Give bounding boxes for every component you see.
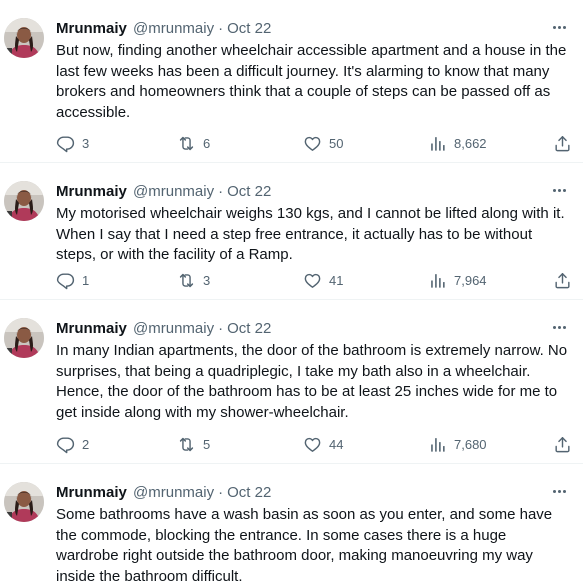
retweet-icon	[177, 435, 196, 454]
like-button[interactable]: 44	[303, 434, 343, 454]
like-count: 41	[329, 272, 344, 288]
header-separator: ·	[218, 20, 224, 37]
retweet-button[interactable]: 6	[177, 133, 210, 153]
share-icon	[553, 271, 572, 290]
tweet-text: My motorised wheelchair weighs 130 kgs, …	[56, 205, 565, 263]
retweet-count: 3	[203, 272, 211, 288]
avatar[interactable]	[4, 318, 44, 358]
share-button[interactable]	[553, 270, 572, 290]
tweet[interactable]: Mrunmaiy @mrunmaiy · Oct 22 In many Indian…	[0, 300, 583, 464]
reply-count: 3	[82, 135, 90, 151]
views-button[interactable]: 7,680	[428, 434, 487, 454]
author-name[interactable]: Mrunmaiy	[56, 183, 127, 200]
views-icon	[428, 271, 447, 290]
tweet-text: Some bathrooms have a wash basin as soon…	[56, 506, 553, 585]
header-separator: ·	[218, 183, 224, 200]
share-button[interactable]	[553, 434, 572, 454]
tweet-text: But now, finding another wheelchair acce…	[56, 42, 567, 121]
tweet[interactable]: Mrunmaiy @mrunmaiy · Oct 22 My motorised w…	[0, 163, 583, 300]
tweet-actions: 2 5 44 7,680	[56, 434, 567, 454]
tweet-header: Mrunmaiy @mrunmaiy · Oct 22	[56, 182, 271, 202]
tweet-actions: 3 6 50 8,662	[56, 133, 567, 153]
tweet-actions: 1 3 41 7,964	[56, 270, 567, 290]
reply-count: 2	[82, 436, 90, 452]
author-name[interactable]: Mrunmaiy	[56, 484, 127, 501]
reply-icon	[56, 134, 75, 153]
share-button[interactable]	[553, 133, 572, 153]
like-button[interactable]: 41	[303, 270, 343, 290]
profile-photo-icon	[4, 482, 44, 522]
tweet[interactable]: Mrunmaiy @mrunmaiy · Oct 22 Some bathrooms…	[0, 464, 583, 585]
author-name[interactable]: Mrunmaiy	[56, 20, 127, 37]
avatar[interactable]	[4, 181, 44, 221]
avatar[interactable]	[4, 482, 44, 522]
tweet-text: In many Indian apartments, the door of t…	[56, 342, 568, 421]
tweet-date[interactable]: Oct 22	[227, 484, 271, 501]
retweet-count: 5	[203, 436, 211, 452]
header-separator: ·	[218, 320, 224, 337]
heart-icon	[303, 435, 322, 454]
tweet-date[interactable]: Oct 22	[227, 20, 271, 37]
more-icon[interactable]	[549, 183, 569, 197]
profile-photo-icon	[4, 181, 44, 221]
reply-button[interactable]: 1	[56, 270, 89, 290]
tweet-date[interactable]: Oct 22	[227, 183, 271, 200]
author-handle[interactable]: @mrunmaiy	[133, 20, 214, 37]
tweet-header: Mrunmaiy @mrunmaiy · Oct 22	[56, 319, 271, 339]
retweet-count: 6	[203, 135, 211, 151]
author-name[interactable]: Mrunmaiy	[56, 320, 127, 337]
views-count: 7,964	[454, 272, 487, 288]
share-icon	[553, 134, 572, 153]
profile-photo-icon	[4, 18, 44, 58]
retweet-icon	[177, 134, 196, 153]
tweet-header: Mrunmaiy @mrunmaiy · Oct 22	[56, 483, 271, 503]
views-count: 7,680	[454, 436, 487, 452]
share-icon	[553, 435, 572, 454]
reply-button[interactable]: 3	[56, 133, 89, 153]
heart-icon	[303, 134, 322, 153]
retweet-button[interactable]: 3	[177, 270, 210, 290]
reply-icon	[56, 435, 75, 454]
author-handle[interactable]: @mrunmaiy	[133, 320, 214, 337]
views-button[interactable]: 7,964	[428, 270, 487, 290]
retweet-icon	[177, 271, 196, 290]
like-count: 50	[329, 135, 344, 151]
views-button[interactable]: 8,662	[428, 133, 487, 153]
views-count: 8,662	[454, 135, 487, 151]
header-separator: ·	[218, 484, 224, 501]
profile-photo-icon	[4, 318, 44, 358]
tweet-header: Mrunmaiy @mrunmaiy · Oct 22	[56, 19, 271, 39]
tweet[interactable]: Mrunmaiy @mrunmaiy · Oct 22 But now, findi…	[0, 0, 583, 163]
avatar[interactable]	[4, 18, 44, 58]
author-handle[interactable]: @mrunmaiy	[133, 484, 214, 501]
tweet-date[interactable]: Oct 22	[227, 320, 271, 337]
heart-icon	[303, 271, 322, 290]
views-icon	[428, 435, 447, 454]
like-count: 44	[329, 436, 344, 452]
reply-button[interactable]: 2	[56, 434, 89, 454]
reply-count: 1	[82, 272, 90, 288]
views-icon	[428, 134, 447, 153]
like-button[interactable]: 50	[303, 133, 343, 153]
retweet-button[interactable]: 5	[177, 434, 210, 454]
author-handle[interactable]: @mrunmaiy	[133, 183, 214, 200]
reply-icon	[56, 271, 75, 290]
more-icon[interactable]	[549, 484, 569, 498]
more-icon[interactable]	[549, 320, 569, 334]
more-icon[interactable]	[549, 20, 569, 34]
